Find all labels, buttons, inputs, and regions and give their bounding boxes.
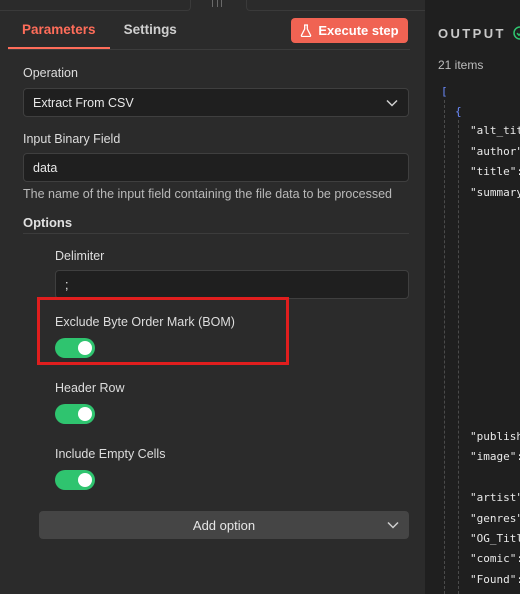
include-empty-cells-label: Include Empty Cells: [55, 447, 166, 461]
chevron-down-icon: [386, 99, 398, 107]
header-row-toggle[interactable]: [55, 404, 95, 424]
json-key[interactable]: "OG_Titl: [470, 532, 520, 545]
flask-icon: [301, 24, 312, 37]
execute-step-button[interactable]: Execute step: [291, 18, 408, 43]
json-open-bracket: [: [441, 85, 448, 98]
json-key[interactable]: "author": [470, 145, 520, 158]
panel-top-edge-left: [0, 0, 191, 11]
options-title: Options: [23, 215, 73, 230]
input-binary-field-value: data: [33, 160, 58, 175]
delimiter-value: ;: [65, 277, 69, 292]
execute-step-label: Execute step: [318, 23, 399, 38]
json-indent-guide: [458, 120, 459, 594]
header-row-label: Header Row: [55, 381, 125, 395]
chevron-down-icon: [387, 521, 399, 529]
json-key[interactable]: "genres": [470, 512, 520, 525]
panel-top-edge-right: [246, 0, 426, 11]
add-option-label: Add option: [192, 517, 256, 533]
json-key[interactable]: "artist": [470, 491, 520, 504]
drag-handle-icon[interactable]: [212, 0, 222, 8]
input-binary-field-hint: The name of the input field containing t…: [23, 187, 392, 201]
tab-parameters[interactable]: Parameters: [8, 18, 110, 49]
operation-select[interactable]: Extract From CSV: [23, 88, 409, 117]
tab-bar: Parameters Settings: [8, 18, 191, 49]
options-divider: [23, 233, 409, 234]
json-key[interactable]: "alt_tit: [470, 124, 520, 137]
json-open-brace: {: [455, 105, 462, 118]
json-key[interactable]: "title":: [470, 165, 520, 178]
json-key[interactable]: "image":: [470, 450, 520, 463]
operation-value: Extract From CSV: [33, 95, 134, 110]
items-count: 21 items: [438, 58, 484, 72]
json-key[interactable]: "publish: [470, 430, 520, 443]
json-key[interactable]: "Found":: [470, 573, 520, 586]
json-indent-guide: [444, 100, 445, 594]
highlight-box: [37, 297, 289, 365]
success-check-icon: [513, 26, 520, 40]
input-binary-field-input[interactable]: data: [23, 153, 409, 182]
output-panel: OUTPUT 21 items [ { "alt_tit "author" "t…: [425, 0, 520, 594]
delimiter-input[interactable]: ;: [55, 270, 409, 299]
input-binary-field-label: Input Binary Field: [23, 132, 121, 146]
tabs-divider: [8, 49, 410, 50]
json-key[interactable]: "comic":: [470, 552, 520, 565]
operation-label: Operation: [23, 66, 78, 80]
include-empty-cells-toggle[interactable]: [55, 470, 95, 490]
tab-settings[interactable]: Settings: [110, 18, 191, 49]
parameters-panel: Parameters Settings Execute step Operati…: [0, 0, 426, 594]
output-title: OUTPUT: [438, 26, 506, 41]
add-option-button[interactable]: Add option: [39, 511, 409, 539]
delimiter-label: Delimiter: [55, 249, 105, 263]
json-key[interactable]: "summary: [470, 186, 520, 199]
